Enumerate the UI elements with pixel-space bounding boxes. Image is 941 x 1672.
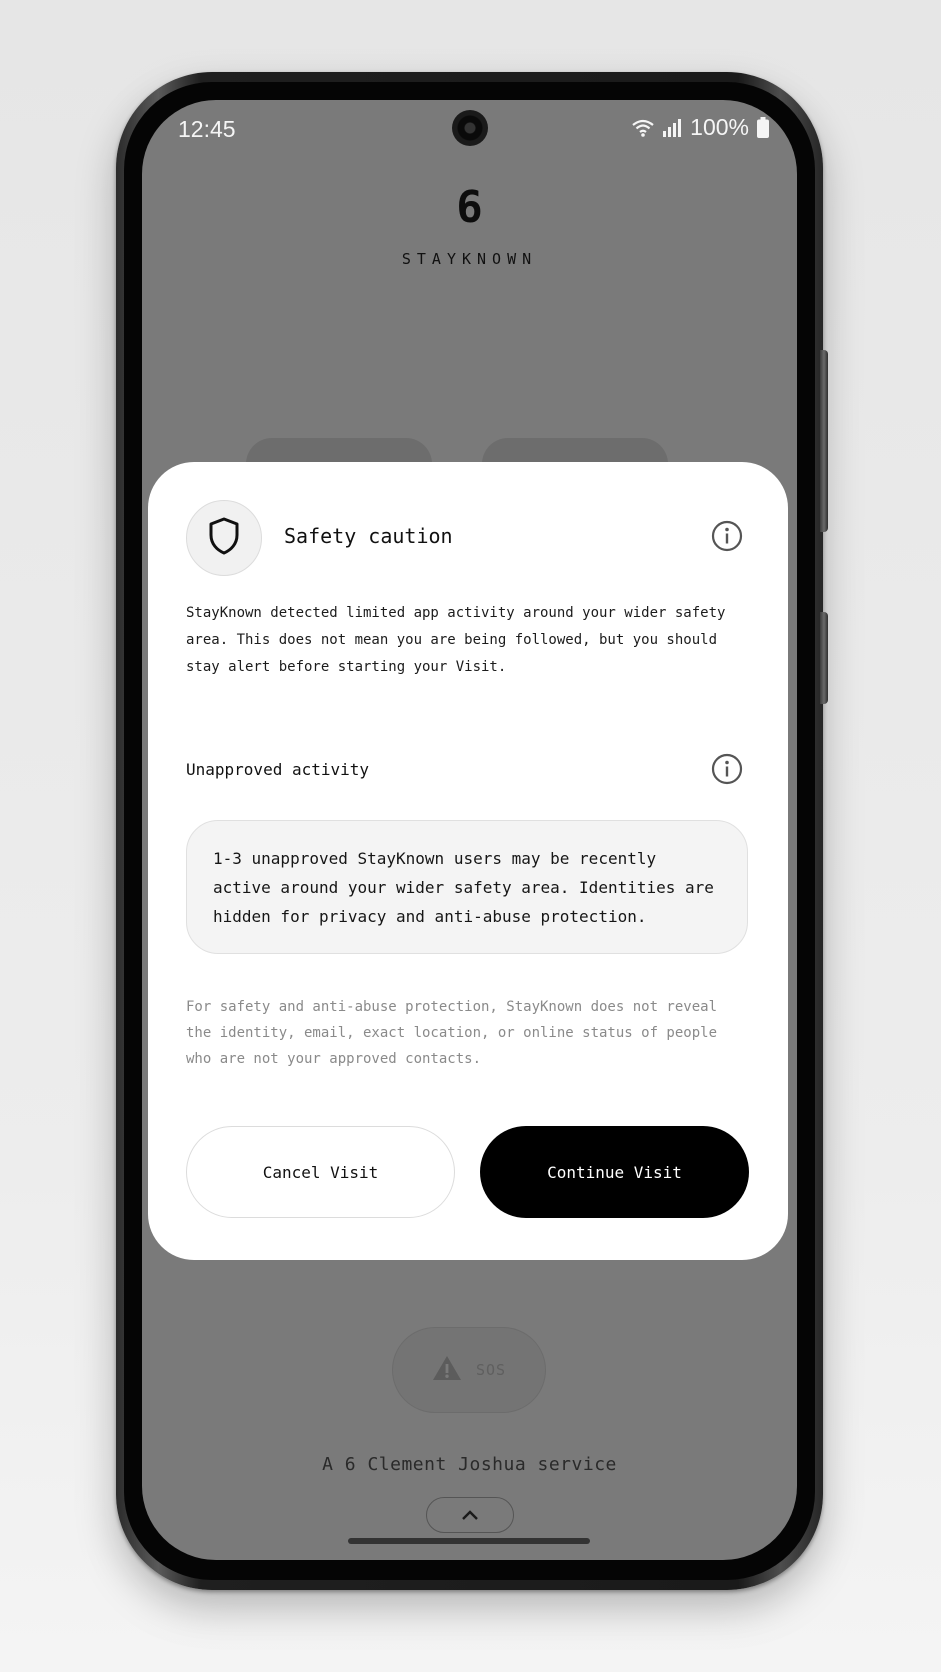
chevron-up-icon (461, 1506, 479, 1525)
sos-button[interactable]: SOS (392, 1327, 546, 1413)
status-time: 12:45 (178, 116, 236, 142)
info-icon (711, 753, 743, 789)
expand-button[interactable] (426, 1497, 514, 1533)
continue-visit-button[interactable]: Continue Visit (480, 1126, 749, 1218)
volume-button (820, 350, 828, 532)
warning-icon (432, 1355, 462, 1385)
dialog-description: StayKnown detected limited app activity … (186, 605, 726, 675)
signal-icon (662, 118, 682, 137)
battery-icon (757, 117, 769, 138)
info-icon (711, 520, 743, 556)
power-button (820, 612, 828, 704)
sos-label: SOS (475, 1361, 507, 1379)
title-info-button[interactable] (710, 520, 744, 556)
front-camera (452, 110, 488, 146)
phone-screen: 12:45 100% 6 STAYKNOWN SOS A 6 Clement J… (142, 100, 797, 1560)
activity-info-button[interactable] (710, 753, 744, 789)
cancel-visit-button[interactable]: Cancel Visit (186, 1126, 455, 1218)
shield-icon (208, 517, 240, 559)
footer-credit: A 6 Clement Joshua service (322, 1454, 617, 1475)
safety-caution-dialog: Safety caution StayKnown detected limite… (148, 462, 788, 1260)
app-logo-name: STAYKNOWN (401, 250, 538, 268)
section-label: Unapproved activity (186, 760, 370, 779)
battery-percent: 100% (690, 114, 749, 140)
shield-badge (186, 500, 262, 576)
privacy-note: For safety and anti-abuse protection, St… (186, 999, 718, 1067)
status-indicators: 100% (632, 114, 769, 141)
device-mockup: 12:45 100% 6 STAYKNOWN SOS A 6 Clement J… (0, 0, 941, 1672)
dialog-title: Safety caution (284, 524, 453, 548)
wifi-icon (632, 119, 654, 137)
home-indicator[interactable] (348, 1538, 590, 1544)
app-logo-mark: 6 (456, 182, 483, 233)
activity-notice: 1-3 unapproved StayKnown users may be re… (186, 820, 748, 954)
